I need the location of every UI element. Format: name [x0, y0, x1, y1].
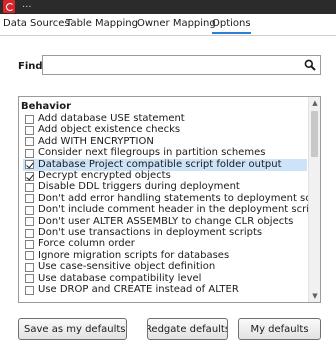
- option-row[interactable]: Consider next filegroups in partition sc…: [23, 147, 307, 159]
- option-checkbox[interactable]: [25, 274, 34, 284]
- option-row[interactable]: Decrypt encrypted objects: [23, 170, 307, 182]
- option-checkbox[interactable]: [25, 205, 34, 215]
- option-row[interactable]: Disable DDL triggers during deployment: [23, 181, 307, 193]
- option-checkbox[interactable]: [25, 262, 34, 272]
- option-checkbox[interactable]: [25, 285, 34, 295]
- option-checkbox[interactable]: [25, 182, 34, 192]
- option-checkbox[interactable]: [25, 251, 34, 261]
- option-row[interactable]: Database Project compatible script folde…: [23, 158, 307, 171]
- option-row[interactable]: Use database compatibility level: [23, 273, 307, 285]
- option-label: Ignore migration scripts for databases: [38, 249, 230, 261]
- scrollbar-thumb[interactable]: [311, 111, 318, 157]
- option-checkbox[interactable]: [25, 114, 34, 124]
- option-row[interactable]: Ignore migration scripts for databases: [23, 250, 307, 262]
- scroll-down-icon[interactable]: ▼: [311, 292, 319, 300]
- find-input[interactable]: [45, 57, 300, 73]
- title-bar: ...: [0, 0, 336, 14]
- option-label: Add database USE statement: [38, 113, 185, 124]
- option-checkbox[interactable]: [25, 228, 34, 238]
- option-label: Don't use transactions in deployment scr…: [38, 227, 263, 238]
- option-row[interactable]: Add database USE statement: [23, 113, 307, 125]
- tab-owner-mapping[interactable]: Owner Mapping: [137, 18, 216, 29]
- option-label: Disable DDL triggers during deployment: [38, 181, 240, 193]
- window-title: ...: [22, 0, 32, 10]
- options-list: Behavior Add database USE statement Add o…: [18, 96, 321, 303]
- option-row[interactable]: Use DROP and CREATE instead of ALTER: [23, 284, 307, 296]
- option-label: Add WITH ENCRYPTION: [38, 135, 154, 147]
- option-row[interactable]: Don't user ALTER ASSEMBLY to change CLR …: [23, 216, 307, 228]
- option-label: Force column order: [38, 238, 135, 250]
- options-scrollbar[interactable]: ▲ ▼: [308, 97, 320, 302]
- option-label: Don't include comment header in the depl…: [38, 204, 320, 216]
- tab-bar: Data Sources Table Mapping Owner Mapping…: [0, 14, 336, 36]
- option-checkbox[interactable]: [25, 239, 34, 249]
- option-checkbox[interactable]: [25, 217, 34, 227]
- option-label: Don't user ALTER ASSEMBLY to change CLR …: [38, 215, 294, 227]
- option-checkbox[interactable]: [25, 171, 34, 181]
- option-label: Add object existence checks: [38, 124, 181, 136]
- option-label: Use case-sensitive object definition: [38, 261, 216, 273]
- option-label: Decrypt encrypted objects: [38, 170, 171, 181]
- option-row[interactable]: Add WITH ENCRYPTION: [23, 136, 307, 148]
- option-label: Consider next filegroups in partition sc…: [38, 147, 266, 159]
- group-header-behavior: Behavior: [21, 101, 72, 112]
- redgate-defaults-button[interactable]: Redgate defaults: [147, 318, 228, 340]
- redgate-logo-icon: [3, 0, 15, 13]
- option-checkbox[interactable]: [25, 160, 34, 170]
- tab-table-mapping[interactable]: Table Mapping: [66, 18, 138, 29]
- option-label: Database Project compatible script folde…: [38, 158, 282, 170]
- option-checkbox[interactable]: [25, 137, 34, 147]
- search-icon[interactable]: [304, 59, 316, 71]
- option-row[interactable]: Don't add error handling statements to d…: [23, 193, 320, 205]
- my-defaults-button[interactable]: My defaults: [238, 318, 321, 340]
- option-label: Don't add error handling statements to d…: [38, 192, 321, 204]
- tab-data-sources[interactable]: Data Sources: [3, 18, 70, 29]
- tab-options[interactable]: Options: [212, 18, 251, 34]
- option-row[interactable]: Don't use transactions in deployment scr…: [23, 227, 307, 239]
- option-row[interactable]: Force column order: [23, 238, 307, 250]
- option-checkbox[interactable]: [25, 148, 34, 158]
- option-label: Use database compatibility level: [38, 272, 202, 284]
- option-label: Use DROP and CREATE instead of ALTER: [38, 284, 239, 295]
- find-box: [42, 55, 321, 75]
- option-row[interactable]: Add object existence checks: [23, 124, 307, 136]
- option-checkbox[interactable]: [25, 125, 34, 135]
- scroll-up-icon[interactable]: ▲: [311, 99, 319, 107]
- save-as-my-defaults-button[interactable]: Save as my defaults: [18, 318, 127, 340]
- option-checkbox[interactable]: [25, 194, 34, 204]
- option-row[interactable]: Don't include comment header in the depl…: [23, 204, 319, 216]
- option-row[interactable]: Use case-sensitive object definition: [23, 261, 307, 273]
